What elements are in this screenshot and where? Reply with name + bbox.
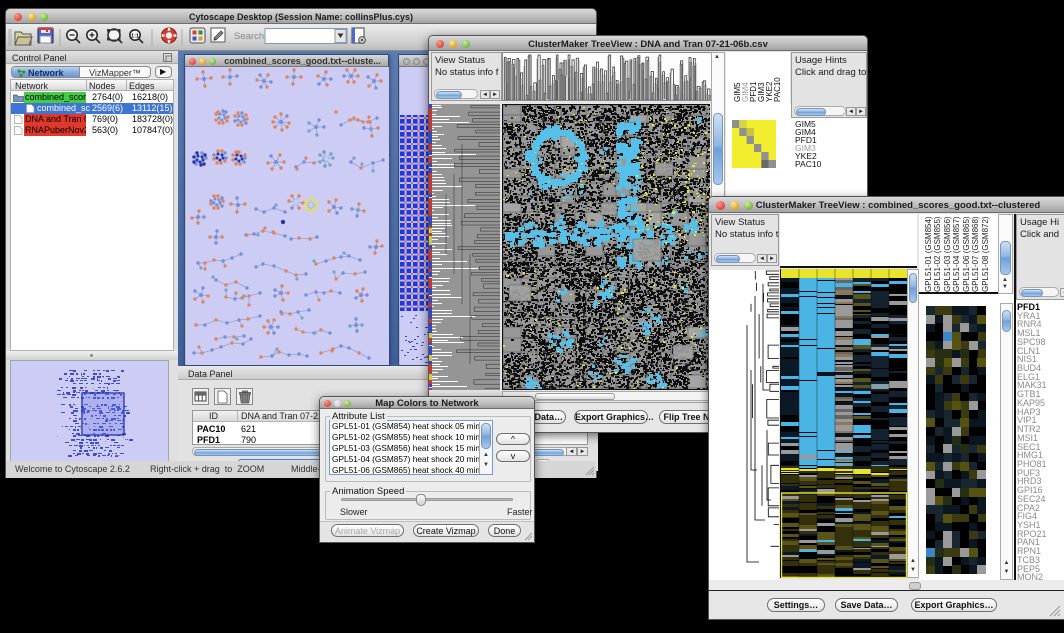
svg-text:GPL51-01 (GSM854): GPL51-01 (GSM854)	[924, 216, 933, 292]
svg-text:GPL51-02 (GSM855): GPL51-02 (GSM855)	[933, 216, 942, 292]
svg-text:GPL51-07 (GSM868): GPL51-07 (GSM868)	[971, 216, 980, 292]
svg-text:GPL51-04 (GSM857): GPL51-04 (GSM857)	[952, 216, 961, 292]
svg-text:GPL51-08 (GSM872): GPL51-08 (GSM872)	[981, 216, 990, 292]
svg-text:GPL51-06 (GSM865): GPL51-06 (GSM865)	[962, 216, 971, 292]
svg-text:GPL51-03 (GSM856): GPL51-03 (GSM856)	[943, 216, 952, 292]
svg-text:PAC10: PAC10	[773, 77, 782, 102]
svg-text:1:1: 1:1	[131, 34, 139, 40]
svg-text:Search:: Search:	[234, 31, 267, 42]
